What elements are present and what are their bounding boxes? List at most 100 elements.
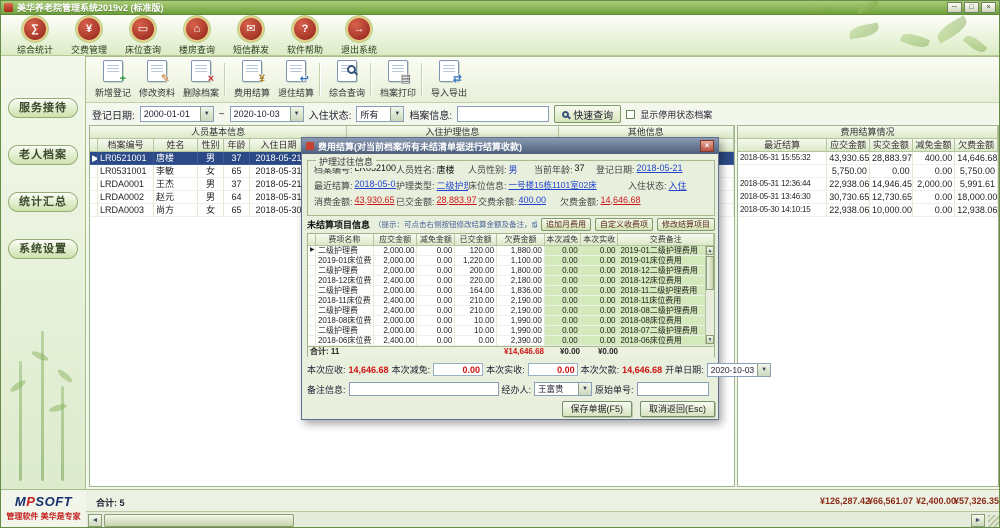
scroll-left-icon[interactable]: ◄: [88, 514, 102, 527]
resize-grip[interactable]: [988, 515, 1000, 527]
show-disabled-checkbox[interactable]: [626, 110, 635, 119]
fee-item-row[interactable]: 2018-11床位费2,400.000.00210.002,190.000.00…: [308, 296, 714, 306]
settlement-row[interactable]: 2018-05-31 15:55:3243,930.6528,883.97400…: [738, 152, 998, 165]
info-field-value[interactable]: 一号楼15栋1101室02床: [509, 179, 597, 192]
fee-item-row[interactable]: 2019-01床位费2,000.000.001,220.001,100.000.…: [308, 256, 714, 266]
info-field-value[interactable]: 400.00: [519, 195, 547, 208]
column-header-cell[interactable]: 本次减免: [545, 234, 581, 246]
quick-search-button[interactable]: 快速查询: [554, 105, 621, 123]
scroll-down-icon[interactable]: ▼: [706, 335, 714, 344]
column-header-cell[interactable]: 欠费金额: [497, 234, 545, 246]
scrollbar-thumb[interactable]: [104, 514, 294, 527]
chevron-down-icon[interactable]: ▼: [390, 107, 403, 121]
fee-item-row[interactable]: 二级护理费2,000.000.0010.001,990.000.000.0020…: [308, 326, 714, 336]
settlement-row[interactable]: 5,750.000.000.005,750.00: [738, 165, 998, 178]
toolbar-button-payment[interactable]: ¥交费管理: [63, 17, 115, 56]
column-header-cell[interactable]: 档案编号: [98, 139, 154, 152]
action-button-add[interactable]: +新增登记: [92, 60, 134, 99]
chevron-down-icon[interactable]: ▼: [578, 383, 591, 395]
column-header-cell[interactable]: 性别: [198, 139, 224, 152]
maximize-button[interactable]: □: [964, 2, 979, 13]
info-field-value[interactable]: 入住: [669, 179, 687, 192]
toolbar-button-help[interactable]: ?软件帮助: [279, 17, 331, 56]
date-from-select[interactable]: 2000-01-01 ▼: [140, 106, 214, 122]
action-button-import-export[interactable]: ⇄导入导出: [428, 60, 470, 99]
settlement-row[interactable]: 2018-05-31 13:46:3030,730.6512,730.650.0…: [738, 191, 998, 204]
date-to-select[interactable]: 2020-10-03 ▼: [230, 106, 304, 122]
info-field-value[interactable]: 43,930.65: [355, 195, 395, 208]
cancel-return-button[interactable]: 取消返回(Esc): [640, 401, 715, 417]
column-header-cell[interactable]: 应交金额: [827, 139, 870, 152]
column-header-cell[interactable]: 最近结算: [738, 139, 827, 152]
column-header-cell[interactable]: 入住日期: [250, 139, 308, 152]
chevron-down-icon[interactable]: ▼: [757, 364, 770, 376]
sidebar-item-reception[interactable]: 服务接待: [8, 98, 78, 118]
fee-item-row[interactable]: 二级护理费2,400.000.00210.002,190.000.000.002…: [308, 306, 714, 316]
action-button-delete[interactable]: ×删除档案: [180, 60, 222, 99]
info-field-value[interactable]: 二级护理: [437, 179, 468, 192]
modify-settle-item-button[interactable]: 修改结算项目: [657, 218, 715, 231]
column-header-cell[interactable]: 已交金额: [455, 234, 497, 246]
toolbar-button-bed-query[interactable]: ▭床位查询: [117, 17, 169, 56]
info-field-value[interactable]: 2018-05-01: [355, 179, 396, 192]
fee-item-row[interactable]: ▶二级护理费2,000.000.00120.001,880.000.000.00…: [308, 246, 714, 256]
sidebar-item-stats-summary[interactable]: 统计汇总: [8, 192, 78, 212]
settlement-panel[interactable]: 费用结算情况最近结算应交金额实交金额减免金额欠费金额2018-05-31 15:…: [737, 125, 999, 487]
fee-item-row[interactable]: 2018-08床位费2,000.000.0010.001,990.000.000…: [308, 316, 714, 326]
action-button-query[interactable]: 综合查询: [326, 60, 368, 99]
column-header-cell[interactable]: 交费备注: [618, 234, 714, 246]
fee-item-row[interactable]: 2018-06床位费2,400.000.000.002,390.000.000.…: [308, 336, 714, 346]
dialog-close-icon[interactable]: ×: [700, 140, 714, 152]
toolbar-button-stats[interactable]: ∑综合统计: [9, 17, 61, 56]
close-button[interactable]: ×: [981, 2, 996, 13]
column-header-cell[interactable]: 欠费金额: [955, 139, 998, 152]
unsettled-items-table[interactable]: ▲ ▼ 费项名称应交金额减免金额已交金额欠费金额本次减免本次实收交费备注▶二级护…: [307, 233, 715, 357]
column-header-cell[interactable]: 实交金额: [870, 139, 913, 152]
vertical-scrollbar[interactable]: ▲ ▼: [705, 246, 714, 344]
info-field-value[interactable]: 28,883.97: [437, 195, 477, 208]
bill-date-select[interactable]: 2020-10-03 ▼: [707, 363, 771, 377]
toolbar-button-building-query[interactable]: ⌂楼房查询: [171, 17, 223, 56]
operator-select[interactable]: 王富贵 ▼: [534, 382, 592, 396]
column-header-cell[interactable]: 费项名称: [316, 234, 374, 246]
scrollbar-thumb[interactable]: [706, 256, 714, 290]
save-bill-button[interactable]: 保存单据(F5): [562, 401, 633, 417]
append-monthly-fee-button[interactable]: 追加月费用: [541, 218, 591, 231]
info-field-value[interactable]: 男: [509, 163, 518, 176]
fee-item-row[interactable]: 二级护理费2,000.000.00200.001,800.000.000.002…: [308, 266, 714, 276]
column-header-cell[interactable]: 减免金额: [417, 234, 455, 246]
chevron-down-icon[interactable]: ▼: [200, 107, 213, 121]
action-button-print[interactable]: ▤档案打印: [377, 60, 419, 99]
custom-fee-item-button[interactable]: 自定义收费项: [595, 218, 653, 231]
minimize-button[interactable]: ─: [947, 2, 962, 13]
remark-input[interactable]: [349, 382, 499, 396]
fee-item-row[interactable]: 2018-12床位费2,400.000.00220.002,180.000.00…: [308, 276, 714, 286]
settlement-row[interactable]: 2018-05-30 14:10:1522,938.0610,000.000.0…: [738, 204, 998, 217]
action-button-checkout-settle[interactable]: ↩退住结算: [275, 60, 317, 99]
sidebar-item-elder-archive[interactable]: 老人档案: [8, 145, 78, 165]
column-header-cell[interactable]: 姓名: [154, 139, 198, 152]
info-field-value[interactable]: 14,646.68: [601, 195, 641, 208]
column-header-cell[interactable]: 本次实收: [581, 234, 619, 246]
waive-input[interactable]: 0.00: [433, 363, 483, 376]
horizontal-scrollbar[interactable]: ◄ ►: [86, 511, 1000, 528]
column-header-cell[interactable]: [90, 139, 98, 152]
action-button-edit[interactable]: ✎修改资料: [136, 60, 178, 99]
action-button-fee-settle[interactable]: ¥费用结算: [231, 60, 273, 99]
keyword-input[interactable]: [457, 106, 549, 122]
column-header-cell[interactable]: 应交金额: [374, 234, 418, 246]
status-select[interactable]: 所有 ▼: [356, 106, 404, 122]
orig-no-input[interactable]: [637, 382, 709, 396]
toolbar-button-exit[interactable]: →退出系统: [333, 17, 385, 56]
paid-input[interactable]: 0.00: [528, 363, 578, 376]
sidebar-item-system-settings[interactable]: 系统设置: [8, 239, 78, 259]
info-field-value[interactable]: 2018-05-21: [637, 163, 683, 176]
fee-item-row[interactable]: 二级护理费2,000.000.00164.001,836.000.000.002…: [308, 286, 714, 296]
column-header-cell[interactable]: [308, 234, 316, 246]
chevron-down-icon[interactable]: ▼: [290, 107, 303, 121]
scroll-right-icon[interactable]: ►: [971, 514, 985, 527]
column-header-cell[interactable]: 减免金额: [913, 139, 956, 152]
scroll-up-icon[interactable]: ▲: [706, 246, 714, 255]
column-header-cell[interactable]: 年龄: [224, 139, 250, 152]
toolbar-button-sms[interactable]: ✉短信群发: [225, 17, 277, 56]
